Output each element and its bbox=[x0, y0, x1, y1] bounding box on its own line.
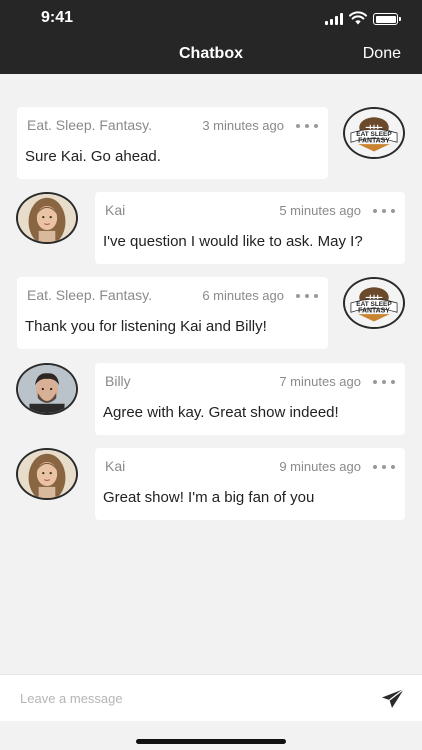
cellular-signal-icon bbox=[325, 13, 343, 25]
eat-sleep-fantasy-logo-icon: EAT SLEEP FANTASY bbox=[345, 279, 403, 327]
message-time: 9 minutes ago bbox=[279, 459, 361, 474]
message-item: Eat. Sleep. Fantasy. 3 minutes ago Sure … bbox=[0, 107, 422, 179]
billy-avatar[interactable] bbox=[16, 363, 78, 415]
logo-line2: FANTASY bbox=[358, 308, 390, 315]
logo-line2: FANTASY bbox=[358, 138, 390, 145]
message-bubble[interactable]: Eat. Sleep. Fantasy. 6 minutes ago Thank… bbox=[17, 277, 328, 349]
message-composer bbox=[0, 674, 422, 721]
status-icons bbox=[325, 11, 401, 25]
message-list[interactable]: Eat. Sleep. Fantasy. 3 minutes ago Sure … bbox=[0, 74, 422, 674]
message-text: Thank you for listening Kai and Billy! bbox=[25, 318, 267, 335]
kai-photo-icon bbox=[18, 450, 76, 498]
message-time: 7 minutes ago bbox=[279, 374, 361, 389]
paper-plane-icon[interactable] bbox=[380, 687, 406, 711]
billy-photo-icon bbox=[18, 365, 76, 413]
message-author: Kai bbox=[105, 202, 126, 218]
more-options-icon[interactable] bbox=[373, 465, 395, 469]
message-author: Kai bbox=[105, 458, 126, 474]
message-time: 6 minutes ago bbox=[202, 288, 284, 303]
message-text: Sure Kai. Go ahead. bbox=[25, 148, 161, 165]
message-author: Eat. Sleep. Fantasy. bbox=[27, 117, 153, 133]
message-bubble[interactable]: Eat. Sleep. Fantasy. 3 minutes ago Sure … bbox=[17, 107, 328, 179]
nav-header: 9:41 Chatbox Done bbox=[0, 0, 422, 74]
message-bubble[interactable]: Kai 9 minutes ago Great show! I'm a big … bbox=[95, 448, 405, 520]
message-item: Billy 7 minutes ago Agree with kay. Grea… bbox=[0, 363, 422, 435]
more-options-icon[interactable] bbox=[373, 380, 395, 384]
kai-avatar[interactable] bbox=[16, 192, 78, 244]
message-time: 5 minutes ago bbox=[279, 203, 361, 218]
more-options-icon[interactable] bbox=[296, 124, 318, 128]
eat-sleep-fantasy-logo-avatar[interactable]: EAT SLEEP FANTASY bbox=[343, 107, 405, 159]
page-title: Chatbox bbox=[179, 45, 243, 62]
message-item: Eat. Sleep. Fantasy. 6 minutes ago Thank… bbox=[0, 277, 422, 349]
wifi-icon bbox=[349, 11, 367, 25]
message-author: Billy bbox=[105, 373, 131, 389]
message-author: Eat. Sleep. Fantasy. bbox=[27, 287, 153, 303]
kai-photo-icon bbox=[18, 194, 76, 242]
message-bubble[interactable]: Billy 7 minutes ago Agree with kay. Grea… bbox=[95, 363, 405, 435]
done-button[interactable]: Done bbox=[363, 45, 401, 63]
message-item: Kai 5 minutes ago I've question I would … bbox=[0, 192, 422, 264]
eat-sleep-fantasy-logo-icon: EAT SLEEP FANTASY bbox=[345, 109, 403, 157]
message-text: I've question I would like to ask. May I… bbox=[103, 233, 363, 250]
message-input[interactable] bbox=[20, 687, 340, 709]
message-text: Agree with kay. Great show indeed! bbox=[103, 404, 339, 421]
more-options-icon[interactable] bbox=[373, 209, 395, 213]
more-options-icon[interactable] bbox=[296, 294, 318, 298]
message-text: Great show! I'm a big fan of you bbox=[103, 489, 315, 506]
battery-icon bbox=[373, 13, 401, 25]
message-item: Kai 9 minutes ago Great show! I'm a big … bbox=[0, 448, 422, 520]
message-bubble[interactable]: Kai 5 minutes ago I've question I would … bbox=[95, 192, 405, 264]
home-indicator bbox=[136, 739, 286, 744]
eat-sleep-fantasy-logo-avatar[interactable]: EAT SLEEP FANTASY bbox=[343, 277, 405, 329]
message-time: 3 minutes ago bbox=[202, 118, 284, 133]
status-time: 9:41 bbox=[41, 9, 74, 26]
kai-avatar[interactable] bbox=[16, 448, 78, 500]
